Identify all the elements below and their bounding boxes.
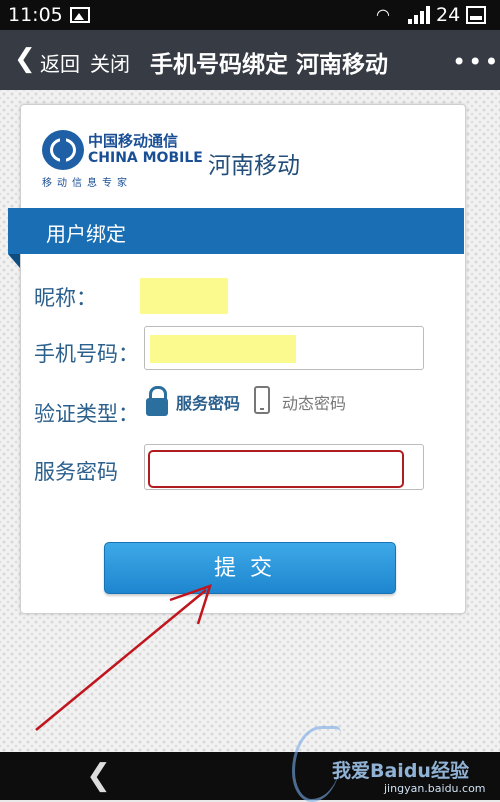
signal-icon bbox=[408, 6, 432, 24]
more-menu-icon[interactable]: ••• bbox=[452, 48, 500, 76]
watermark-url: jingyan.baidu.com bbox=[384, 782, 486, 795]
image-notification-icon bbox=[70, 7, 90, 23]
china-mobile-logo: 中国移动通信 CHINA MOBILE 移动信息专家 bbox=[42, 128, 203, 192]
china-mobile-mark-icon bbox=[42, 130, 84, 170]
lock-icon[interactable] bbox=[146, 386, 168, 416]
battery-level: 24 bbox=[436, 4, 461, 26]
baidu-jingyan-watermark: 我爱Baidu经验 jingyan.baidu.com bbox=[288, 720, 500, 802]
submit-button[interactable]: 提交 bbox=[104, 542, 396, 594]
phone-label: 手机号码： bbox=[34, 342, 139, 366]
status-bar: 11:05 ◠ 24 bbox=[0, 0, 500, 30]
nickname-label: 昵称： bbox=[34, 286, 97, 310]
phone-value-redacted bbox=[150, 335, 296, 363]
brand-name: 河南移动 bbox=[208, 153, 300, 179]
nickname-value-redacted bbox=[140, 278, 228, 314]
logo-slogan: 移动信息专家 bbox=[42, 178, 132, 189]
close-button[interactable]: 关闭 bbox=[90, 48, 130, 77]
password-label: 服务密码 bbox=[34, 460, 118, 484]
auth-option-dynamic-password[interactable]: 动态密码 bbox=[282, 390, 346, 414]
back-button[interactable]: 返回 bbox=[40, 48, 80, 77]
clock: 11:05 bbox=[8, 4, 63, 26]
wifi-icon: ◠ bbox=[376, 5, 390, 24]
ribbon-fold bbox=[8, 254, 20, 268]
section-header: 用户绑定 bbox=[8, 208, 464, 254]
auth-option-service-password[interactable]: 服务密码 bbox=[176, 390, 240, 414]
page-title: 手机号码绑定 河南移动 bbox=[150, 52, 389, 78]
watermark-text: 我爱Baidu经验 bbox=[332, 760, 469, 782]
chevron-left-icon[interactable]: ❮ bbox=[14, 43, 36, 75]
nav-bar: ❮ 返回 关闭 手机号码绑定 河南移动 ••• bbox=[0, 30, 500, 90]
section-title: 用户绑定 bbox=[46, 222, 126, 246]
system-back-icon[interactable]: ❮ bbox=[86, 758, 111, 793]
logo-en-text: CHINA MOBILE bbox=[88, 150, 203, 166]
password-input[interactable] bbox=[148, 450, 404, 488]
auth-type-label: 验证类型： bbox=[34, 402, 139, 426]
logo-cn-text: 中国移动通信 bbox=[88, 132, 179, 150]
phone-icon[interactable] bbox=[254, 386, 270, 414]
battery-icon bbox=[466, 6, 486, 24]
